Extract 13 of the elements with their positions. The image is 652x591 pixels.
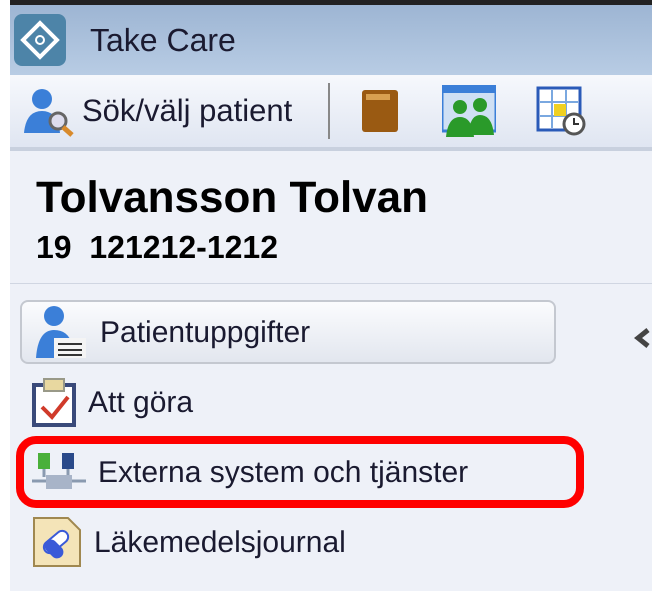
nav-item[interactable]: Att göra: [20, 370, 580, 434]
collapse-chevron-icon[interactable]: [632, 326, 652, 350]
patient-name: Tolvansson Tolvan: [36, 172, 429, 224]
people-icon[interactable]: [442, 85, 496, 137]
patient-id: 19 121212-1212: [36, 228, 279, 267]
nav-item[interactable]: Externa system och tjänster: [20, 440, 580, 504]
pill-folder-icon: [32, 516, 82, 568]
book-icon[interactable]: [360, 88, 400, 134]
app-logo-icon: [14, 14, 66, 66]
nav-item[interactable]: Läkemedelsjournal: [20, 510, 580, 574]
clipboard-check-icon: [32, 377, 76, 427]
window-title: Take Care: [90, 21, 236, 60]
nav-item[interactable]: Patientuppgifter: [20, 300, 556, 364]
